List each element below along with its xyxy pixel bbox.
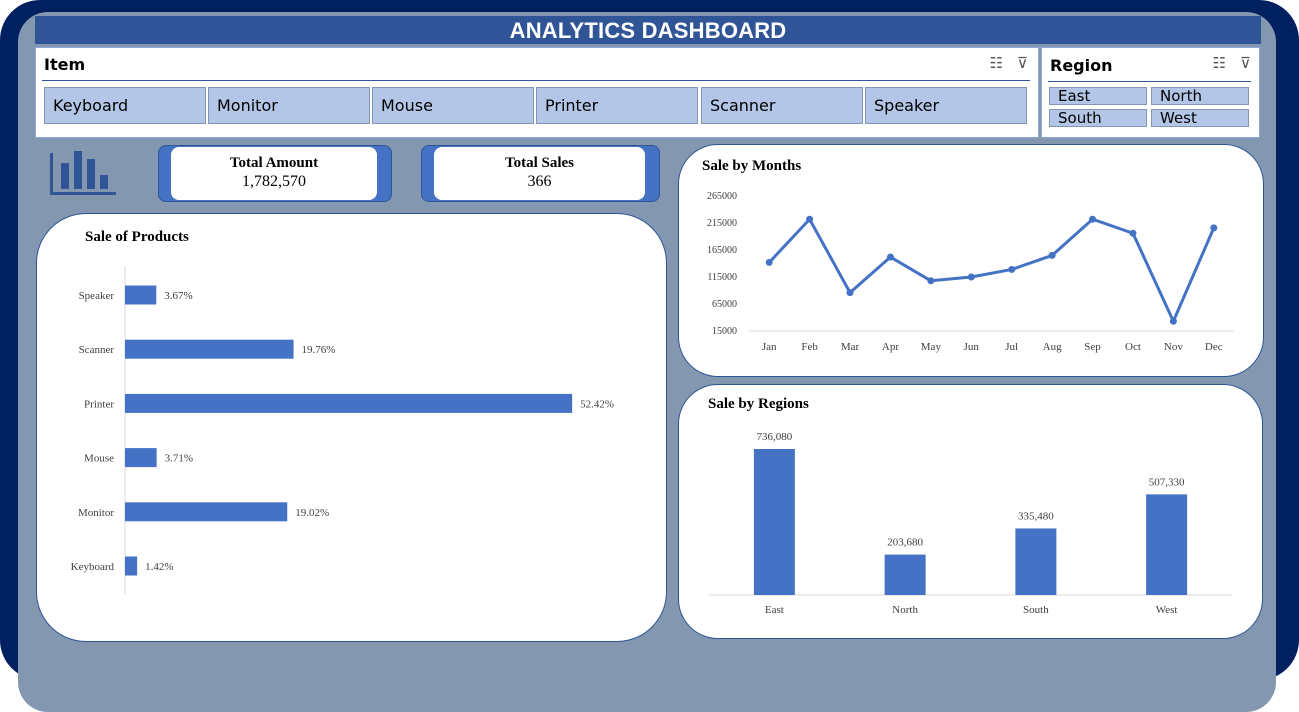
item-option-monitor[interactable]: Monitor bbox=[208, 87, 370, 124]
x-tick-label: Dec bbox=[1205, 341, 1223, 353]
bar bbox=[125, 393, 573, 413]
item-option-keyboard[interactable]: Keyboard bbox=[44, 87, 206, 124]
data-label: 203,680 bbox=[887, 537, 923, 549]
data-point bbox=[846, 289, 854, 297]
sale-by-regions-card: Sale by Regions 736,080 East 203,680 North 3… bbox=[678, 384, 1263, 639]
data-point bbox=[806, 215, 814, 223]
clear-filter-icon[interactable]: ⊽ bbox=[1017, 54, 1028, 72]
data-point bbox=[1169, 317, 1177, 325]
item-option-printer[interactable]: Printer bbox=[536, 87, 698, 124]
region-slicer: Region ☷ ⊽ East North South West bbox=[1041, 47, 1260, 138]
item-option-mouse[interactable]: Mouse bbox=[372, 87, 534, 124]
y-tick-label: 65000 bbox=[712, 299, 737, 310]
y-tick-label: 215000 bbox=[707, 218, 737, 229]
data-label: 335,480 bbox=[1018, 510, 1054, 522]
data-label: 52.42% bbox=[580, 398, 614, 410]
region-option-east[interactable]: East bbox=[1049, 87, 1147, 105]
x-tick-label: Aug bbox=[1043, 341, 1062, 353]
item-slicer-title: Item bbox=[44, 55, 86, 74]
data-point bbox=[1089, 215, 1097, 223]
x-tick-label: East bbox=[765, 604, 784, 616]
x-tick-label: May bbox=[921, 341, 942, 353]
x-tick-label: West bbox=[1156, 604, 1178, 616]
region-option-south[interactable]: South bbox=[1049, 109, 1147, 127]
bar bbox=[125, 339, 294, 359]
region-slicer-divider bbox=[1048, 81, 1251, 82]
x-tick-label: Oct bbox=[1125, 341, 1141, 353]
data-label: 3.67% bbox=[164, 290, 192, 302]
x-tick-label: Jul bbox=[1005, 341, 1018, 353]
x-tick-label: Mar bbox=[841, 341, 860, 353]
bar bbox=[125, 502, 288, 522]
category-label: Monitor bbox=[78, 507, 114, 519]
sale-by-months-chart: 265000 215000 165000 115000 65000 15000 Jan Feb… bbox=[707, 191, 1234, 353]
x-tick-label: Feb bbox=[801, 341, 818, 353]
data-label: 1.42% bbox=[145, 561, 173, 573]
item-slicer-icons: ☷ ⊽ bbox=[976, 54, 1028, 72]
item-option-speaker[interactable]: Speaker bbox=[865, 87, 1027, 124]
multi-select-icon[interactable]: ☷ bbox=[1213, 54, 1226, 72]
bar bbox=[1146, 494, 1188, 595]
data-point bbox=[1008, 265, 1016, 273]
sale-by-months-card: Sale by Months 265000 215000 165000 115000 6… bbox=[678, 144, 1264, 377]
category-label: Keyboard bbox=[71, 561, 115, 573]
data-point bbox=[1210, 224, 1218, 232]
category-label: Printer bbox=[84, 398, 114, 410]
kpi-total-amount: Total Amount 1,782,570 bbox=[158, 145, 392, 202]
item-slicer: Item ☷ ⊽ Keyboard Monitor Mouse Printer S… bbox=[35, 47, 1039, 138]
data-point bbox=[765, 258, 773, 266]
series-line bbox=[768, 217, 1216, 323]
region-slicer-icons: ☷ ⊽ bbox=[1199, 54, 1251, 72]
kpi-total-sales: Total Sales 366 bbox=[421, 145, 660, 202]
bar bbox=[1015, 528, 1057, 595]
y-tick-label: 265000 bbox=[707, 191, 737, 202]
sale-of-products-chart: Speaker 3.67% Scanner 19.76% Printer 52.42% Mo… bbox=[71, 266, 614, 594]
multi-select-icon[interactable]: ☷ bbox=[990, 54, 1003, 72]
data-point bbox=[886, 253, 894, 261]
bar bbox=[753, 449, 795, 595]
data-label: 19.76% bbox=[302, 344, 336, 356]
x-tick-label: Jun bbox=[964, 341, 980, 353]
kpi-total-amount-value: 1,782,570 bbox=[242, 173, 306, 190]
y-tick-label: 165000 bbox=[707, 245, 737, 256]
page-title: ANALYTICS DASHBOARD bbox=[35, 16, 1261, 44]
sale-by-regions-chart: 736,080 East 203,680 North 335,480 South 507,3… bbox=[709, 431, 1232, 616]
bar bbox=[125, 556, 138, 576]
category-label: Scanner bbox=[79, 344, 115, 356]
x-tick-label: Sep bbox=[1084, 341, 1101, 353]
category-label: Speaker bbox=[79, 290, 115, 302]
x-tick-label: Apr bbox=[882, 341, 899, 353]
kpi-total-amount-label: Total Amount bbox=[229, 155, 319, 171]
category-label: Mouse bbox=[84, 453, 114, 465]
x-tick-label: Jan bbox=[762, 341, 777, 353]
x-tick-label: North bbox=[892, 604, 918, 616]
x-tick-label: Nov bbox=[1164, 341, 1183, 353]
region-option-north[interactable]: North bbox=[1151, 87, 1249, 105]
x-tick-label: South bbox=[1023, 604, 1049, 616]
data-label: 736,080 bbox=[757, 431, 793, 443]
data-label: 19.02% bbox=[295, 507, 329, 519]
bar bbox=[125, 448, 157, 468]
item-slicer-divider bbox=[42, 80, 1030, 81]
bar-chart-icon bbox=[50, 151, 116, 195]
data-point bbox=[1129, 229, 1137, 237]
kpi-total-sales-value: 366 bbox=[527, 173, 552, 190]
data-point bbox=[967, 273, 975, 281]
bar bbox=[125, 285, 157, 305]
data-label: 507,330 bbox=[1149, 476, 1185, 488]
y-tick-label: 15000 bbox=[712, 326, 737, 337]
y-tick-label: 115000 bbox=[707, 272, 737, 283]
item-option-scanner[interactable]: Scanner bbox=[701, 87, 863, 124]
data-label: 3.71% bbox=[165, 453, 193, 465]
kpi-total-sales-label: Total Sales bbox=[504, 155, 575, 171]
data-point bbox=[1048, 251, 1056, 259]
bar bbox=[884, 554, 926, 595]
sale-of-products-card: Sale of Products Speaker 3.67% Scanner 19.7… bbox=[36, 213, 667, 642]
region-option-west[interactable]: West bbox=[1151, 109, 1249, 127]
region-slicer-title: Region bbox=[1050, 56, 1113, 75]
clear-filter-icon[interactable]: ⊽ bbox=[1240, 54, 1251, 72]
data-point bbox=[927, 277, 935, 285]
